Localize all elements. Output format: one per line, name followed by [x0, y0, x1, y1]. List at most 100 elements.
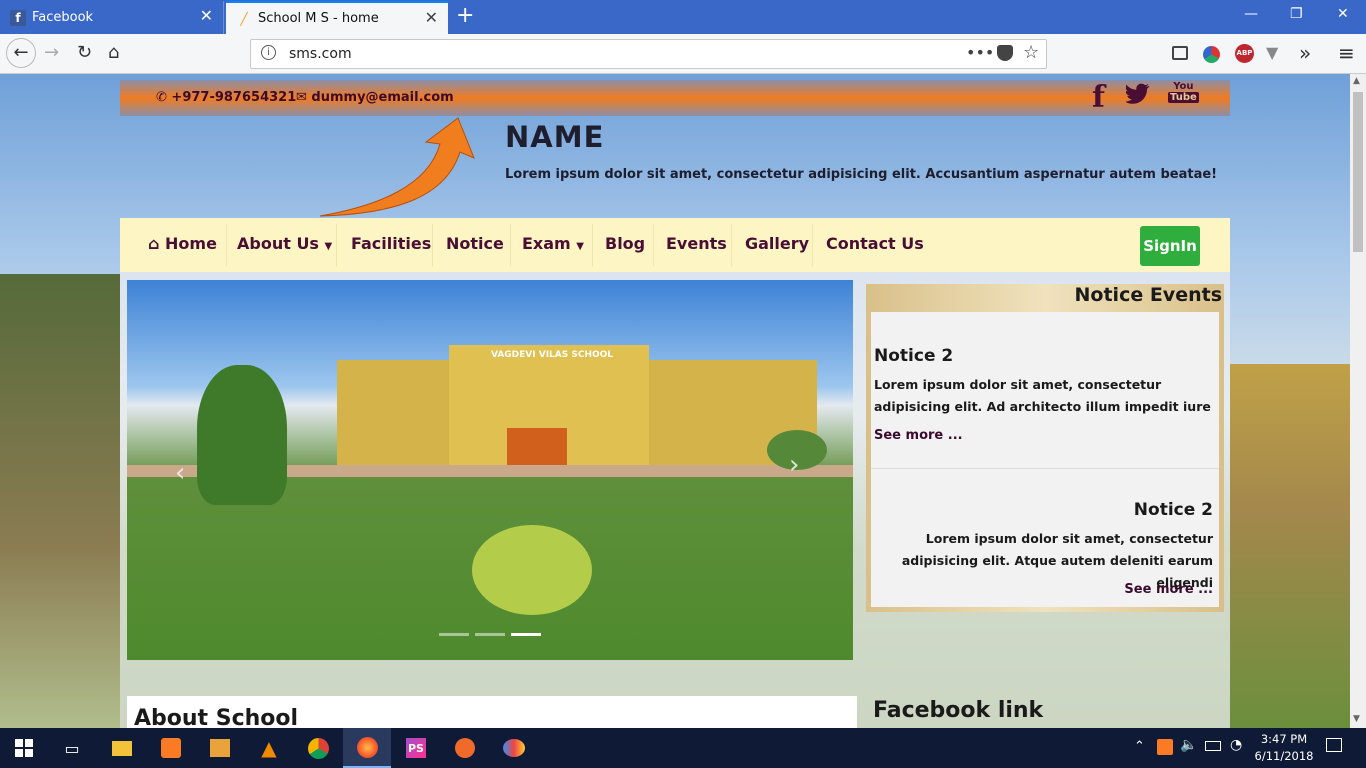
- tab-school-home[interactable]: ╱ School M S - home ✕: [226, 1, 448, 34]
- back-button[interactable]: ←: [6, 38, 36, 68]
- minimize-icon[interactable]: —: [1244, 6, 1258, 22]
- reload-button[interactable]: ↻: [77, 42, 92, 64]
- menu-events[interactable]: Events: [666, 234, 727, 253]
- phone-contact[interactable]: ✆ +977-987654321: [156, 90, 296, 105]
- file-explorer-icon[interactable]: [98, 728, 146, 768]
- menu-divider: [812, 224, 813, 266]
- navigation-toolbar: ← → ↻ ⌂ i sms.com ••• ☆ ABP ▼ » ≡: [0, 34, 1366, 74]
- home-icon[interactable]: ⌂: [108, 42, 119, 64]
- carousel-indicator[interactable]: [439, 633, 469, 636]
- site-tagline: Lorem ipsum dolor sit amet, consectetur …: [505, 167, 1218, 182]
- menu-about[interactable]: About Us ▼: [237, 234, 332, 253]
- menu-facilities[interactable]: Facilities: [351, 234, 431, 253]
- arrow-graphic: [319, 117, 475, 217]
- scroll-up-icon[interactable]: ▲: [1353, 76, 1360, 86]
- forward-button[interactable]: →: [44, 42, 59, 64]
- site-name: NAME: [505, 120, 605, 154]
- email-contact[interactable]: ✉ dummy@email.com: [296, 90, 454, 105]
- carousel-next-icon[interactable]: ›: [789, 450, 799, 480]
- firefox-icon[interactable]: [343, 728, 391, 768]
- brush-app-icon[interactable]: [441, 728, 489, 768]
- envelope-icon: ✉: [296, 90, 312, 105]
- overflow-chevron-icon[interactable]: »: [1299, 41, 1311, 65]
- bookmark-star-icon[interactable]: ☆: [1023, 42, 1039, 63]
- youtube-label-bottom: Tube: [1168, 92, 1199, 103]
- menu-icon[interactable]: ≡: [1338, 41, 1355, 65]
- page-actions-icon[interactable]: •••: [966, 43, 994, 62]
- facebook-icon[interactable]: f: [1092, 80, 1105, 115]
- reader-icon[interactable]: [1172, 46, 1188, 60]
- tab-strip: f Facebook ✕ ╱ School M S - home ✕ + — ❐…: [0, 0, 1366, 34]
- wifi-icon[interactable]: ◔: [1230, 737, 1242, 753]
- email-address: dummy@email.com: [311, 90, 454, 105]
- tab-title: School M S - home: [258, 11, 379, 26]
- background-image-left: [0, 274, 120, 728]
- menu-about-label: About Us: [237, 234, 319, 253]
- url-text[interactable]: sms.com: [289, 46, 352, 62]
- clock-date: 6/11/2018: [1254, 749, 1314, 763]
- new-tab-button[interactable]: +: [456, 4, 474, 28]
- menu-blog[interactable]: Blog: [605, 234, 645, 253]
- vlc-icon[interactable]: ▲: [245, 728, 293, 768]
- image-carousel[interactable]: VAGDEVI VILAS SCHOOL ‹ ›: [127, 280, 853, 660]
- info-icon[interactable]: i: [261, 45, 276, 60]
- adblock-icon[interactable]: ABP: [1235, 44, 1254, 63]
- xampp-icon[interactable]: [147, 728, 195, 768]
- xampp-tray-icon[interactable]: [1157, 739, 1173, 755]
- school-entrance: [507, 428, 567, 470]
- menu-notice[interactable]: Notice: [446, 234, 504, 253]
- page-viewport: ✆ +977-987654321 ✉ dummy@email.com f You…: [0, 74, 1350, 728]
- menu-divider: [510, 224, 511, 266]
- tab-facebook[interactable]: f Facebook ✕: [0, 1, 224, 34]
- windows-start-icon[interactable]: [0, 728, 48, 768]
- battery-icon[interactable]: [1205, 741, 1221, 751]
- contact-strip: ✆ +977-987654321 ✉ dummy@email.com f You…: [120, 80, 1230, 116]
- phone-icon: ✆: [156, 90, 172, 105]
- colors-icon[interactable]: [1203, 46, 1220, 63]
- carousel-indicator-active[interactable]: [511, 633, 541, 636]
- menu-contact[interactable]: Contact Us: [826, 234, 924, 253]
- v-icon[interactable]: ▼: [1266, 43, 1278, 62]
- school-sign: VAGDEVI VILAS SCHOOL: [490, 350, 614, 360]
- address-bar[interactable]: i sms.com ••• ☆: [250, 39, 1047, 69]
- about-section: About School: [127, 696, 857, 728]
- carousel-indicator[interactable]: [475, 633, 505, 636]
- menu-divider: [432, 224, 433, 266]
- tab-title: Facebook: [32, 10, 94, 25]
- menu-gallery[interactable]: Gallery: [745, 234, 809, 253]
- close-tab-icon[interactable]: ✕: [200, 8, 213, 24]
- see-more-link[interactable]: See more ...: [874, 428, 963, 443]
- menu-exam[interactable]: Exam ▼: [522, 234, 584, 253]
- paint-icon[interactable]: [490, 728, 538, 768]
- menu-divider: [226, 224, 227, 266]
- close-tab-icon[interactable]: ✕: [425, 10, 438, 26]
- divider: [871, 468, 1219, 469]
- menu-divider: [731, 224, 732, 266]
- task-view-icon[interactable]: ▭: [48, 728, 96, 768]
- media-player-icon[interactable]: [196, 728, 244, 768]
- twitter-icon[interactable]: [1125, 83, 1150, 107]
- scrollbar[interactable]: ▲ ▼: [1350, 74, 1366, 728]
- menu-exam-label: Exam: [522, 234, 571, 253]
- menu-home[interactable]: ⌂ Home: [148, 234, 217, 253]
- phpstorm-icon[interactable]: PS: [392, 728, 440, 768]
- system-clock[interactable]: 3:47 PM 6/11/2018: [1252, 731, 1316, 765]
- scrollbar-thumb[interactable]: [1353, 92, 1363, 252]
- clock-time: 3:47 PM: [1260, 732, 1308, 746]
- restore-icon[interactable]: ❐: [1290, 6, 1303, 22]
- see-more-link[interactable]: See more ...: [1124, 582, 1213, 597]
- notice-title: Notice 2: [1133, 500, 1213, 520]
- carousel-prev-icon[interactable]: ‹: [175, 458, 185, 488]
- speaker-icon[interactable]: 🔈: [1180, 737, 1197, 753]
- tray-chevron-icon[interactable]: ⌃: [1134, 739, 1145, 754]
- pocket-icon[interactable]: [997, 45, 1013, 61]
- notice-events-panel: Notice Events Notice 2 Lorem ipsum dolor…: [866, 284, 1224, 612]
- signin-button[interactable]: SignIn: [1140, 226, 1200, 266]
- notifications-icon[interactable]: [1326, 738, 1342, 752]
- chrome-icon[interactable]: [294, 728, 342, 768]
- scroll-down-icon[interactable]: ▼: [1353, 714, 1360, 724]
- phone-number: +977-987654321: [171, 90, 297, 105]
- close-window-icon[interactable]: ✕: [1337, 6, 1349, 22]
- about-title: About School: [134, 706, 299, 728]
- youtube-icon[interactable]: You Tube: [1168, 81, 1199, 103]
